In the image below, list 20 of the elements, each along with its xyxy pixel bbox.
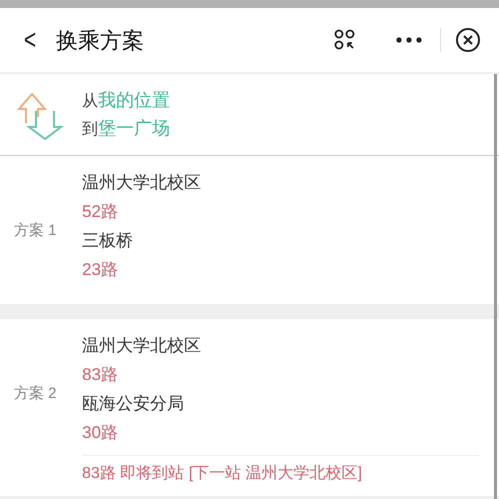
stop-name: 温州大学北校区: [82, 335, 202, 357]
back-button[interactable]: <: [21, 19, 39, 61]
plan-label: 方案 2: [14, 384, 57, 404]
bus-line: 52路: [82, 201, 119, 223]
arrival-notice: 83路 即将到站 [下一站 温州大学北校区]: [82, 465, 362, 482]
stop-name: 三板桥: [82, 230, 134, 252]
bus-line: 30路: [82, 422, 119, 444]
bus-line: 23路: [82, 259, 119, 281]
stop-name: 温州大学北校区: [82, 172, 202, 194]
page-title: 换乘方案: [56, 26, 145, 54]
from-label: 从: [82, 92, 98, 110]
to-label: 到: [82, 120, 98, 138]
more-icon[interactable]: [396, 37, 422, 43]
bus-line: 83路: [82, 364, 119, 386]
scan-icon[interactable]: [334, 29, 356, 51]
stop-name: 瓯海公安分局: [82, 393, 185, 415]
close-icon[interactable]: [455, 27, 481, 53]
plan-card[interactable]: 方案 1 温州大学北校区 52路 三板桥 23路: [0, 156, 499, 304]
plan-card[interactable]: 方案 2 温州大学北校区 83路 瓯海公安分局 30路 83路 即将到站 [下一站 温州大学北校区]: [0, 319, 499, 496]
plan-label: 方案 1: [14, 220, 57, 241]
